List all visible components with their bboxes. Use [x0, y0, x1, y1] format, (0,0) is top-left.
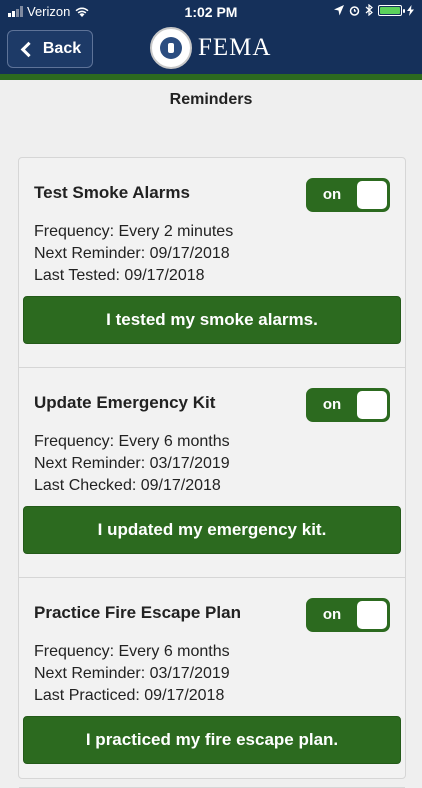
toggle-label: on [322, 186, 342, 203]
toggle-knob [357, 601, 387, 629]
bluetooth-icon [365, 4, 373, 16]
reminder-details: Frequency: Every 6 months Next Reminder:… [34, 641, 230, 707]
battery-icon [378, 4, 405, 16]
reminder-frequency: Frequency: Every 2 minutes [34, 223, 234, 240]
reminder-details: Frequency: Every 2 minutes Next Reminder… [34, 221, 233, 287]
reminder-toggle[interactable]: on [306, 598, 390, 632]
reminder-toggle[interactable]: on [306, 388, 390, 422]
alarm-icon [349, 5, 360, 16]
back-button[interactable]: Back [7, 30, 93, 68]
reminder-card-smoke-alarms: Test Smoke Alarms on Frequency: Every 2 … [19, 158, 405, 368]
reminder-title: Test Smoke Alarms [34, 183, 190, 202]
reminder-card-emergency-kit: Update Emergency Kit on Frequency: Every… [19, 368, 405, 578]
battery-level [380, 6, 400, 14]
reminder-list: Test Smoke Alarms on Frequency: Every 2 … [18, 157, 406, 788]
reminder-next: Next Reminder: 03/17/2019 [34, 455, 230, 472]
page-title: Reminders [169, 91, 253, 108]
reminder-next: Next Reminder: 09/17/2018 [34, 245, 230, 262]
reminder-title: Practice Fire Escape Plan [34, 603, 241, 622]
dhs-seal-logo [150, 27, 192, 69]
brand-name: FEMA [198, 34, 272, 61]
updated-emergency-kit-button[interactable]: I updated my emergency kit. [23, 506, 401, 554]
reminder-next: Next Reminder: 03/17/2019 [34, 665, 230, 682]
charging-icon [407, 4, 414, 16]
practiced-fire-escape-button[interactable]: I practiced my fire escape plan. [23, 716, 401, 764]
reminder-title: Update Emergency Kit [34, 393, 216, 412]
chevron-left-icon [20, 41, 37, 57]
toggle-label: on [322, 606, 342, 623]
app-header: Verizon 1:02 PM Back FEMA [0, 0, 422, 74]
back-label: Back [42, 40, 82, 57]
toggle-label: on [322, 396, 342, 413]
reminder-toggle[interactable]: on [306, 178, 390, 212]
toggle-knob [357, 391, 387, 419]
reminder-last: Last Practiced: 09/17/2018 [34, 687, 225, 704]
toggle-knob [357, 181, 387, 209]
reminder-last: Last Tested: 09/17/2018 [34, 267, 205, 284]
fema-brand: FEMA [150, 26, 271, 70]
status-right [334, 4, 414, 16]
status-bar: Verizon 1:02 PM [0, 0, 422, 24]
reminder-details: Frequency: Every 6 months Next Reminder:… [34, 431, 230, 497]
reminder-frequency: Frequency: Every 6 months [34, 643, 230, 660]
reminder-frequency: Frequency: Every 6 months [34, 433, 230, 450]
location-icon [334, 4, 344, 15]
reminder-card-fire-escape: Practice Fire Escape Plan on Frequency: … [19, 578, 405, 788]
reminder-last: Last Checked: 09/17/2018 [34, 477, 221, 494]
tested-smoke-alarms-button[interactable]: I tested my smoke alarms. [23, 296, 401, 344]
